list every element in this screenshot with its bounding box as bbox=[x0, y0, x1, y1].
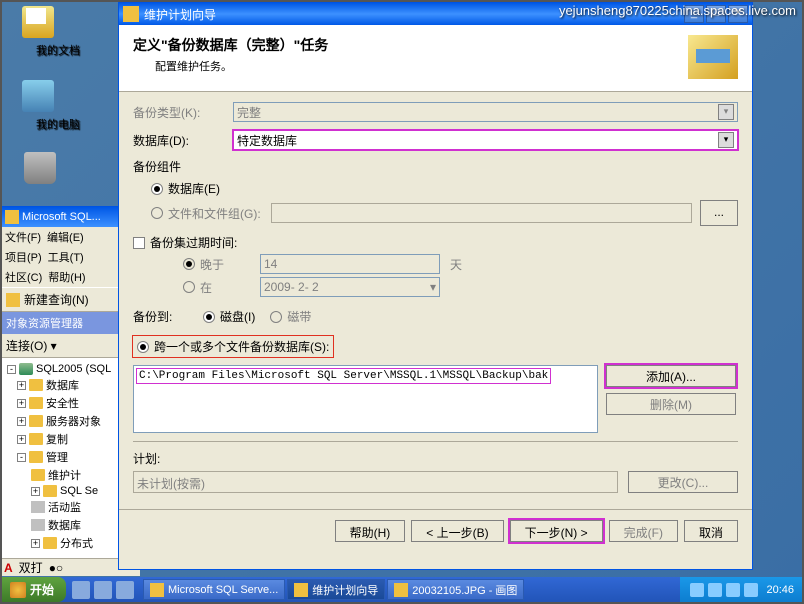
database-label: 数据库(D): bbox=[133, 132, 233, 149]
desktop-icon-computer[interactable]: 我的电脑 bbox=[8, 80, 68, 132]
start-button[interactable]: 开始 bbox=[2, 577, 66, 602]
wizard-dialog: 维护计划向导 _ □ ✕ 定义"备份数据库（完整）"任务 配置维护任务。 备份类… bbox=[118, 2, 753, 570]
expire-date-input: 2009- 2- 2▾ bbox=[260, 277, 440, 297]
taskbar-item-ssms[interactable]: Microsoft SQL Serve... bbox=[143, 579, 285, 600]
plan-input: 未计划(按需) bbox=[133, 471, 618, 493]
documents-icon bbox=[22, 6, 54, 38]
backup-to-label: 备份到: bbox=[133, 308, 203, 325]
backup-to-disk-radio[interactable]: 磁盘(I) bbox=[203, 308, 255, 325]
desktop-icon-recycle[interactable] bbox=[10, 152, 70, 188]
expire-days-input: 14 bbox=[260, 254, 440, 274]
database-select[interactable]: 特定数据库▾ bbox=[233, 130, 738, 150]
expire-after-radio: 晚于 14 天 bbox=[183, 254, 738, 274]
backup-to-tape-radio: 磁带 bbox=[270, 308, 311, 325]
recycle-icon bbox=[24, 152, 56, 184]
system-tray[interactable]: 20:46 bbox=[680, 577, 802, 602]
clock: 20:46 bbox=[766, 584, 794, 596]
wizard-header-image bbox=[688, 35, 738, 79]
taskbar: 开始 Microsoft SQL Serve... 维护计划向导 2003210… bbox=[2, 577, 802, 602]
backup-type-label: 备份类型(K): bbox=[133, 104, 233, 121]
wizard-icon bbox=[123, 6, 139, 22]
component-database-radio[interactable]: 数据库(E) bbox=[151, 180, 738, 197]
wizard-header: 定义"备份数据库（完整）"任务 配置维护任务。 bbox=[119, 25, 752, 92]
back-button[interactable]: < 上一步(B) bbox=[411, 520, 503, 542]
computer-icon bbox=[22, 80, 54, 112]
backup-type-select: 完整▾ bbox=[233, 102, 738, 122]
watermark-text: yejunsheng870225china.spaces.live.com bbox=[559, 3, 796, 18]
expire-checkbox[interactable]: 备份集过期时间: bbox=[133, 234, 738, 251]
files-browse-button: ... bbox=[700, 200, 738, 226]
expire-on-radio: 在 2009- 2- 2▾ bbox=[183, 277, 738, 297]
across-files-radio[interactable]: 跨一个或多个文件备份数据库(S): bbox=[133, 336, 738, 357]
plan-label: 计划: bbox=[133, 450, 738, 467]
add-button[interactable]: 添加(A)... bbox=[606, 365, 736, 387]
remove-button: 删除(M) bbox=[606, 393, 736, 415]
quick-launch[interactable] bbox=[66, 581, 140, 599]
new-query-button[interactable]: 新建查询(N) bbox=[6, 291, 134, 308]
cancel-button[interactable]: 取消 bbox=[684, 520, 738, 542]
change-plan-button: 更改(C)... bbox=[628, 471, 738, 493]
backup-files-list[interactable]: C:\Program Files\Microsoft SQL Server\MS… bbox=[133, 365, 598, 433]
help-button[interactable]: 帮助(H) bbox=[335, 520, 406, 542]
finish-button: 完成(F) bbox=[609, 520, 678, 542]
next-button[interactable]: 下一步(N) > bbox=[510, 520, 603, 542]
taskbar-item-wizard[interactable]: 维护计划向导 bbox=[287, 579, 385, 600]
taskbar-item-paint[interactable]: 20032105.JPG - 画图 bbox=[387, 579, 524, 600]
desktop-icon-documents[interactable]: 我的文档 bbox=[8, 6, 68, 58]
component-files-radio: 文件和文件组(G): ... bbox=[151, 200, 738, 226]
backup-component-label: 备份组件 bbox=[133, 158, 738, 175]
page-title: 定义"备份数据库（完整）"任务 bbox=[133, 35, 328, 55]
